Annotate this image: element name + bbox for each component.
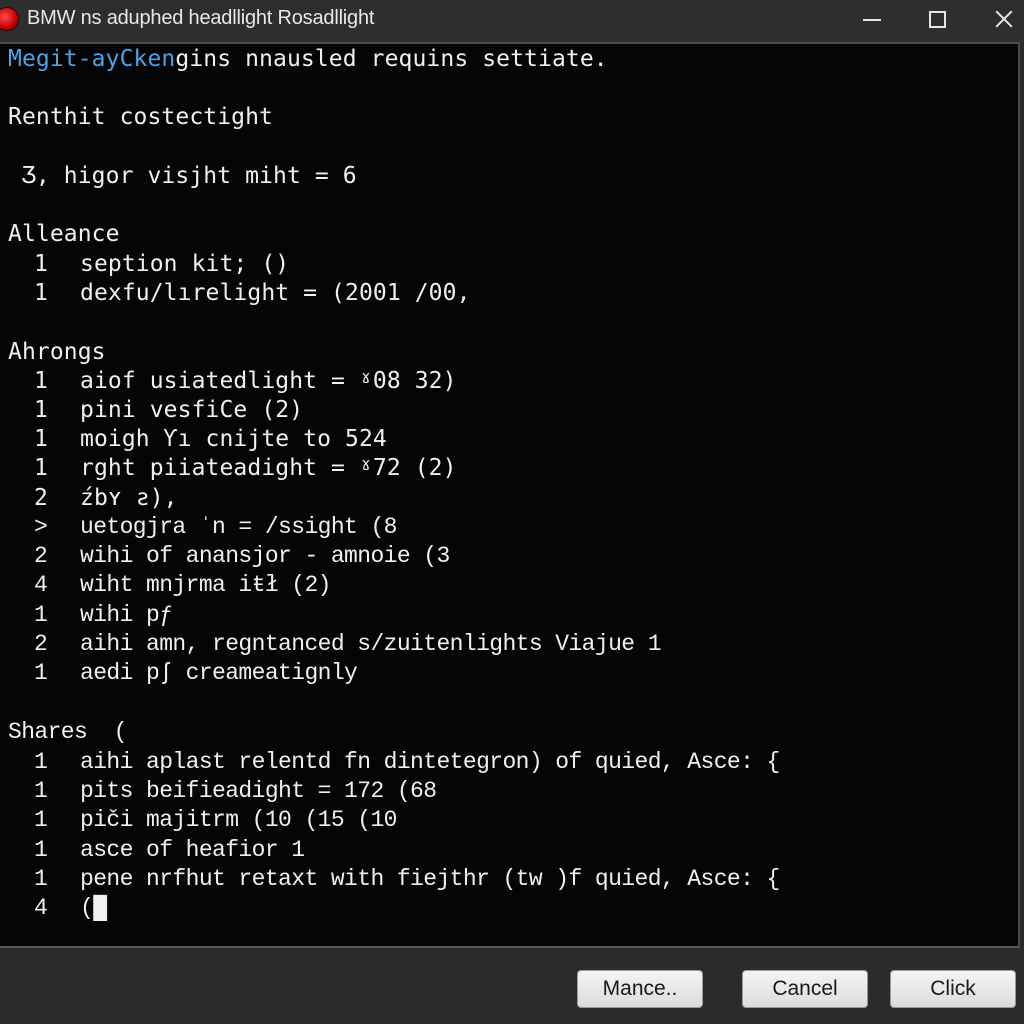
mance-button[interactable]: Mance.. — [577, 970, 703, 1008]
list-item: 1 pits beifieadight = 172 (68 — [8, 778, 437, 804]
list-item: 1 rght piiateadight = ˠ72 (2) — [8, 455, 457, 481]
row-count: 4 — [34, 572, 48, 598]
list-item: 1 wihi pƒ — [8, 602, 173, 628]
terminal-output[interactable]: Megit-ayCkengins nnausled requins settia… — [0, 42, 1020, 948]
list-item: 1 piči majitrm (10 (15 (10 — [8, 807, 397, 833]
summary-line: Ʒ, higor visjht miht = 6 — [8, 163, 357, 189]
row-count: 1 — [34, 368, 48, 394]
row-text: aihi aplast relentd fn dintetegron) of q… — [80, 749, 780, 775]
list-item: 2 źbʏ ƨ), — [8, 485, 178, 511]
row-text: asce of heafior 1 — [80, 837, 305, 863]
row-text: aihi amn, regntanced s/zuitenlights Viaj… — [80, 631, 662, 657]
maximize-icon — [928, 10, 946, 28]
cancel-button[interactable]: Cancel — [742, 970, 868, 1008]
row-text: wihi pƒ — [80, 602, 173, 628]
row-count: 4 — [34, 895, 48, 921]
header-text: gins nnausled requins settiate. — [175, 46, 608, 72]
maximize-button[interactable] — [905, 0, 969, 38]
row-text: pits beifieadight = 172 (68 — [80, 778, 437, 804]
section-title: Alleance — [8, 221, 120, 247]
row-text: wiht mnjrma iŧł (2) — [80, 572, 331, 598]
window-title: BMW ns aduphed headllight Rosadllight — [27, 7, 375, 29]
minimize-icon — [863, 19, 881, 21]
list-item: 4 wiht mnjrma iŧł (2) — [8, 572, 331, 598]
list-item: 1 dexfu/lırelight = (2001 /00, — [8, 280, 471, 306]
row-count: 1 — [34, 807, 48, 833]
row-count: 2 — [34, 543, 48, 569]
row-count: 1 — [34, 455, 48, 481]
row-text: aiof usiatedlight = ˠ08 32) — [80, 368, 457, 394]
row-count: 1 — [34, 251, 48, 277]
close-icon — [995, 10, 1013, 28]
list-item: 1 aedi pʃ creameatignly — [8, 660, 358, 686]
list-item: 4 (█ — [8, 895, 107, 921]
app-icon — [0, 8, 18, 30]
list-item: 1 pene nrfhut retaxt with fiejthr (tw )f … — [8, 866, 780, 892]
row-count: 1 — [34, 602, 48, 628]
row-text: wihi of anansjor - amnoie (3 — [80, 543, 450, 569]
row-count: 2 — [34, 631, 48, 657]
list-item: 1 asce of heafior 1 — [8, 837, 305, 863]
dialog-footer: Mance.. Cancel Click — [0, 948, 1024, 1024]
list-item: 1 seption kit; () — [8, 251, 289, 277]
section-title: Ahrongs — [8, 339, 106, 365]
list-item: 1 moigh Ƴı cnijte to 524 — [8, 426, 387, 452]
row-count: 1 — [34, 866, 48, 892]
row-count: 1 — [34, 280, 48, 306]
row-count: 1 — [34, 749, 48, 775]
list-item: 1 pini vesfiCe (2) — [8, 397, 303, 423]
row-count: 1 — [34, 426, 48, 452]
highlighted-prompt: Megit-ayCken — [8, 46, 176, 72]
row-text: moigh Ƴı cnijte to 524 — [80, 426, 387, 452]
section-title: Shares ( — [8, 719, 127, 745]
row-count: 1 — [34, 837, 48, 863]
terminal-header-line: Megit-ayCkengins nnausled requins settia… — [8, 46, 608, 72]
row-text: pene nrfhut retaxt with fiejthr (tw )f q… — [80, 866, 780, 892]
list-item: > uetogjra ˈn = /ssight (8 — [8, 514, 397, 540]
intro-line: Renthit costectight — [8, 104, 273, 130]
row-text: źbʏ ƨ), — [80, 485, 178, 511]
row-text: rght piiateadight = ˠ72 (2) — [80, 455, 457, 481]
list-item: 2 wihi of anansjor - amnoie (3 — [8, 543, 450, 569]
row-count: 1 — [34, 778, 48, 804]
row-text: uetogjra ˈn = /ssight (8 — [80, 514, 397, 540]
row-text: dexfu/lırelight = (2001 /00, — [80, 280, 471, 306]
title-bar: BMW ns aduphed headllight Rosadllight — [0, 0, 1024, 42]
row-text: aedi pʃ creameatignly — [80, 660, 358, 686]
list-item: 2 aihi amn, regntanced s/zuitenlights Via… — [8, 631, 662, 657]
row-text: pini vesfiCe (2) — [80, 397, 304, 423]
click-button[interactable]: Click — [890, 970, 1016, 1008]
row-count: 2 — [34, 485, 48, 511]
close-button[interactable] — [972, 0, 1024, 38]
row-text: seption kit; () — [80, 251, 290, 277]
row-count: 1 — [34, 397, 48, 423]
row-count: > — [34, 514, 48, 540]
list-item: 1 aihi aplast relentd fn dintetegron) of … — [8, 749, 780, 775]
minimize-button[interactable] — [840, 0, 904, 38]
row-count: 1 — [34, 660, 48, 686]
row-text: (█ — [80, 895, 107, 921]
row-text: piči majitrm (10 (15 (10 — [80, 807, 397, 833]
list-item: 1 aiof usiatedlight = ˠ08 32) — [8, 368, 457, 394]
